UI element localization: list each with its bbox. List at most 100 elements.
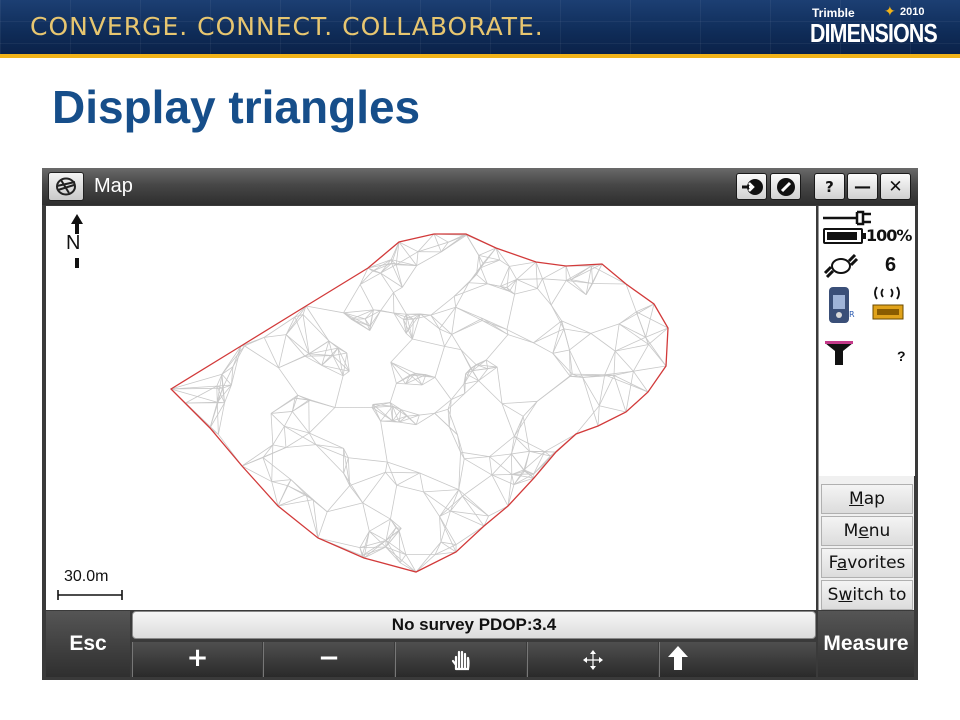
mesh-edge: [537, 278, 543, 289]
mesh-edge: [343, 457, 349, 474]
mesh-edge: [271, 481, 288, 486]
mesh-edge: [343, 284, 361, 313]
mesh-edge: [416, 251, 442, 266]
mesh-edge: [495, 247, 501, 261]
mesh-edge: [542, 278, 567, 281]
zoom-extents-button[interactable]: [527, 642, 658, 677]
mesh-edge: [308, 407, 336, 434]
side-menu-map[interactable]: Map: [821, 484, 913, 514]
mesh-edge: [618, 311, 637, 325]
mesh-edge: [524, 451, 530, 472]
mesh-edge: [482, 317, 508, 330]
mesh-edge: [292, 411, 310, 434]
mesh-edge: [423, 489, 459, 493]
mesh-edge: [327, 502, 363, 513]
mesh-edge: [302, 314, 330, 342]
mesh-edge: [499, 259, 510, 267]
mesh-edge: [563, 328, 570, 351]
mesh-edge: [321, 364, 344, 377]
mesh-edge: [283, 426, 287, 448]
mesh-edge: [439, 328, 445, 347]
settings-button[interactable]: [770, 173, 801, 200]
mesh-edge: [439, 328, 452, 335]
mesh-edge: [550, 280, 567, 306]
side-menu-favorites[interactable]: Favorites: [821, 548, 913, 578]
mesh-edge: [507, 334, 534, 344]
mesh-edge: [305, 305, 330, 342]
satellite-count: 6: [885, 254, 897, 276]
mesh-edge: [537, 288, 552, 306]
scale-bar: 30.0m: [56, 568, 136, 608]
pan-button[interactable]: [395, 642, 526, 677]
trimble-app-icon[interactable]: [48, 172, 84, 201]
mesh-edge: [511, 474, 515, 485]
mesh-edge: [271, 444, 274, 482]
zoom-in-button[interactable]: +: [132, 642, 262, 677]
mesh-edge: [396, 484, 424, 493]
mesh-edge: [390, 338, 413, 363]
login-arrow-icon: [741, 178, 763, 195]
mesh-edge: [287, 479, 292, 486]
up-arrow-button[interactable]: [659, 642, 816, 677]
map-canvas[interactable]: N 30.0m: [46, 206, 816, 610]
mesh-edge: [270, 413, 274, 445]
mesh-edge: [506, 294, 516, 330]
hand-icon: [451, 650, 470, 671]
side-menu-label: Menu: [843, 521, 891, 541]
mesh-edge: [522, 401, 538, 417]
mesh-edge: [224, 384, 232, 403]
mesh-edge: [506, 279, 517, 289]
mesh-edge: [599, 405, 627, 413]
mesh-edge: [385, 472, 398, 486]
help-button[interactable]: ?: [814, 173, 845, 200]
gnss-receiver-icon[interactable]: R: [827, 283, 857, 327]
mesh-edge: [507, 474, 513, 507]
mesh-edge: [455, 306, 483, 321]
mesh-edge: [536, 373, 573, 402]
satellite-icon[interactable]: [821, 251, 861, 281]
mesh-edge: [385, 471, 420, 474]
mesh-edge: [460, 349, 473, 371]
mesh-edge: [501, 403, 524, 417]
mesh-edge: [590, 323, 620, 334]
target-height-icon[interactable]: [823, 339, 859, 369]
zoom-out-button[interactable]: −: [263, 642, 394, 677]
mesh-edge: [491, 474, 515, 486]
close-button[interactable]: ✕: [880, 173, 911, 200]
mesh-edge: [412, 338, 445, 347]
mesh-edge: [337, 348, 344, 376]
mesh-edge: [455, 525, 485, 545]
side-menu-menu[interactable]: Menu: [821, 516, 913, 546]
mesh-edge: [380, 421, 388, 463]
mesh-edge: [285, 334, 306, 357]
mesh-edge: [420, 313, 440, 330]
mesh-edge: [496, 367, 503, 404]
measure-button[interactable]: Measure: [818, 611, 914, 677]
scale-ruler-icon: [57, 590, 123, 600]
mesh-edge: [511, 416, 524, 455]
mesh-edge: [263, 316, 296, 338]
battery-icon[interactable]: [823, 228, 866, 244]
minimize-button[interactable]: —: [847, 173, 878, 200]
mesh-edge: [614, 350, 634, 372]
mesh-edge: [430, 306, 456, 316]
mesh-edge: [284, 425, 317, 445]
status-sidebar: 100% 6 R ? Map Menu Favorites Switch to: [818, 206, 915, 610]
mesh-edge: [216, 402, 219, 435]
mesh-edge: [430, 295, 455, 316]
side-menu-switch-to[interactable]: Switch to: [821, 580, 913, 610]
mesh-edge: [489, 456, 493, 475]
login-button[interactable]: [736, 173, 767, 200]
esc-button[interactable]: Esc: [46, 611, 130, 677]
mesh-edge: [462, 474, 493, 497]
radio-modem-icon[interactable]: [869, 283, 909, 327]
mesh-edge: [380, 292, 394, 311]
power-plug-icon[interactable]: [819, 208, 915, 228]
slide-banner: CONVERGE. CONNECT. COLLABORATE. Trimble …: [0, 0, 960, 54]
mesh-edge: [598, 375, 615, 406]
mesh-edge: [308, 399, 336, 408]
mesh-edge: [290, 479, 307, 495]
side-menu-label: Map: [849, 489, 885, 509]
mesh-edge: [343, 473, 364, 504]
mesh-edge: [309, 353, 333, 356]
